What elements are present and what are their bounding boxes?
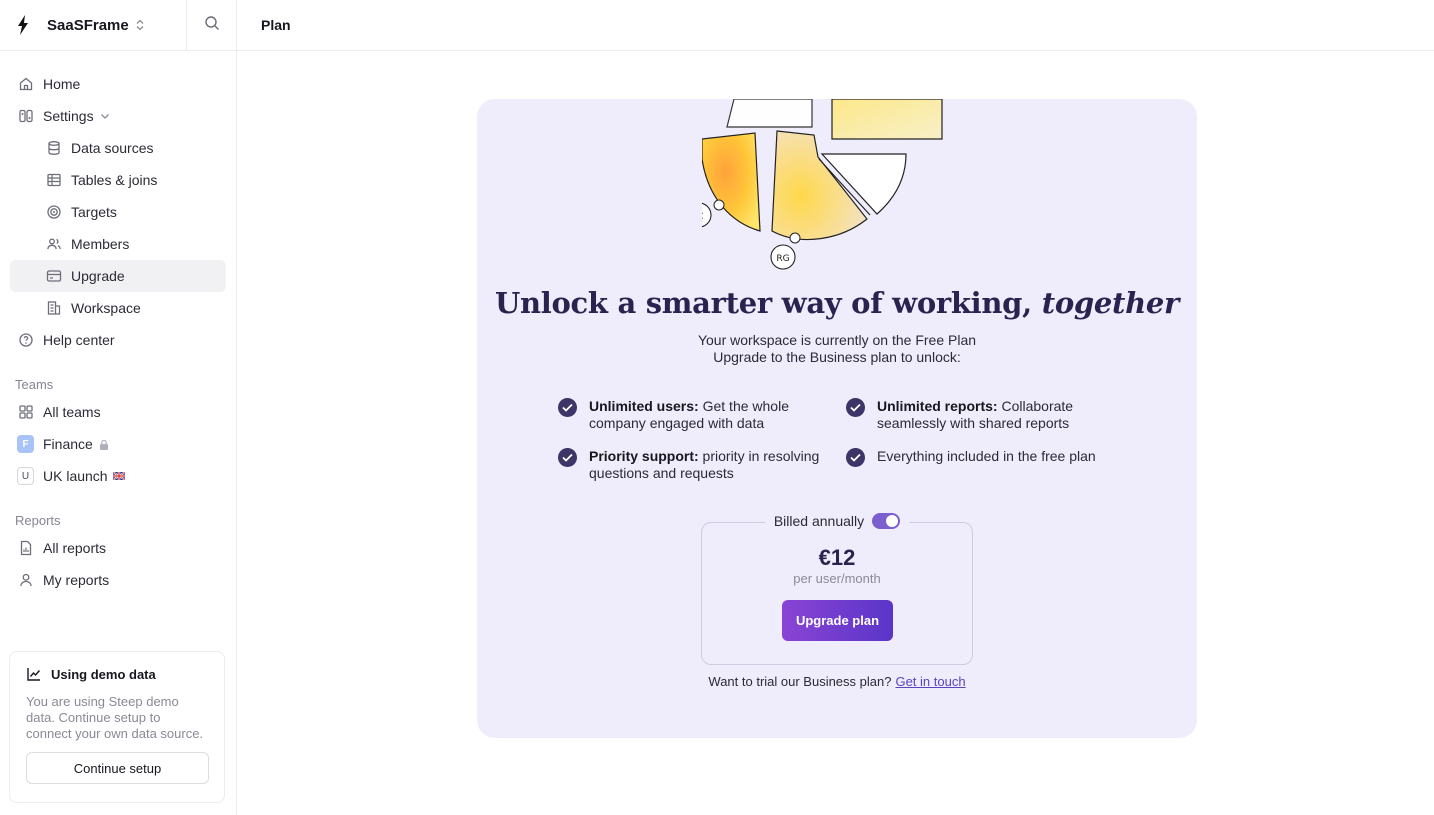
topbar: Plan <box>237 0 1434 51</box>
sidebar-item-label: Targets <box>71 204 117 220</box>
feature-item: Everything included in the free plan <box>846 448 1118 482</box>
sidebar-item-label: Members <box>71 236 130 252</box>
price-unit: per user/month <box>793 571 881 586</box>
sidebar-item-data-sources[interactable]: Data sources <box>0 132 236 164</box>
sidebar-item-label: My reports <box>43 572 110 588</box>
sidebar-item-all-teams[interactable]: All teams <box>0 396 236 428</box>
uk-flag-icon <box>112 472 125 480</box>
workspace-switcher[interactable]: SaaSFrame <box>0 0 187 50</box>
billing-label: Billed annually <box>773 513 865 529</box>
search-button[interactable] <box>187 0 236 50</box>
avatar-initials: JC <box>702 212 703 222</box>
get-in-touch-link[interactable]: Get in touch <box>895 674 965 689</box>
sidebar-item-label: Workspace <box>71 300 141 316</box>
sidebar-item-settings[interactable]: Settings <box>0 100 236 132</box>
check-circle-icon <box>558 448 577 467</box>
billing-toggle-row: Billed annually <box>764 513 910 529</box>
lock-icon <box>99 439 109 450</box>
page-title: Plan <box>261 17 291 33</box>
sidebar-item-label: All reports <box>43 540 107 556</box>
price-value: €12 <box>818 545 856 570</box>
pricing-box: Billed annually €12 per user/month Upgra… <box>701 513 973 665</box>
upgrade-plan-button[interactable]: Upgrade plan <box>782 600 893 641</box>
main-content: Plan JC RG <box>237 0 1434 815</box>
sidebar-item-team-uk-launch[interactable]: U UK launch <box>0 460 236 492</box>
users-icon <box>45 236 62 253</box>
plan-subtitle: Your workspace is currently on the Free … <box>697 332 977 365</box>
sidebar-item-label: UK launch <box>43 468 108 484</box>
feature-item: Priority support: priority in resolving … <box>558 448 846 482</box>
chevron-updown-icon <box>135 19 145 31</box>
pie-chart-illustration: JC RG <box>702 99 943 270</box>
table-icon <box>45 172 62 189</box>
sidebar-item-my-reports[interactable]: My reports <box>0 564 236 596</box>
demo-data-text: You are using Steep demo data. Continue … <box>26 694 204 741</box>
reports-icon <box>17 540 34 557</box>
database-icon <box>45 140 62 157</box>
sidebar-item-label: Home <box>43 76 81 92</box>
sidebar-item-label: Finance <box>43 436 93 452</box>
billed-annually-toggle[interactable] <box>872 513 901 529</box>
teams-section-label: Teams <box>15 377 54 392</box>
feature-item: Unlimited reports: Collaborate seamlessl… <box>846 398 1118 432</box>
plan-headline: Unlock a smarter way of working, togethe… <box>494 286 1180 320</box>
sidebar-item-workspace[interactable]: Workspace <box>0 292 236 324</box>
check-circle-icon <box>846 398 865 417</box>
home-icon <box>17 76 34 93</box>
sidebar-item-label: Tables & joins <box>71 172 158 188</box>
check-circle-icon <box>558 398 577 417</box>
trial-prompt: Want to trial our Business plan? Get in t… <box>708 674 966 689</box>
sidebar-item-label: Settings <box>43 108 94 124</box>
sidebar: SaaSFrame Home Settings Data sources Tab… <box>0 0 237 815</box>
continue-setup-button[interactable]: Continue setup <box>26 752 209 784</box>
demo-data-title: Using demo data <box>26 666 208 682</box>
sidebar-item-label: Upgrade <box>71 268 125 284</box>
team-avatar: F <box>17 435 34 453</box>
sidebar-item-team-finance[interactable]: F Finance <box>0 428 236 460</box>
user-icon <box>17 572 34 589</box>
feature-list: Unlimited users: Get the whole company e… <box>558 398 1118 482</box>
settings-icon <box>17 108 34 125</box>
building-icon <box>45 300 62 317</box>
grid-icon <box>17 404 34 421</box>
sidebar-item-help-center[interactable]: Help center <box>0 324 236 356</box>
feature-item: Unlimited users: Get the whole company e… <box>558 398 846 432</box>
sidebar-item-targets[interactable]: Targets <box>0 196 236 228</box>
workspace-header: SaaSFrame <box>0 0 236 51</box>
demo-data-card: Using demo data You are using Steep demo… <box>9 651 225 803</box>
reports-section-label: Reports <box>15 513 61 528</box>
line-chart-icon <box>26 666 42 682</box>
team-avatar: U <box>17 467 34 485</box>
chevron-down-icon <box>100 111 110 121</box>
sidebar-item-upgrade[interactable]: Upgrade <box>10 260 226 292</box>
credit-card-icon <box>45 268 62 285</box>
target-icon <box>45 204 62 221</box>
help-icon <box>17 332 34 349</box>
upgrade-plan-card: JC RG Unlock a smarter way of working, t… <box>477 99 1197 738</box>
avatar-initials: RG <box>776 254 789 264</box>
sidebar-item-home[interactable]: Home <box>0 68 236 100</box>
sidebar-item-label: Help center <box>43 332 115 348</box>
sidebar-item-all-reports[interactable]: All reports <box>0 532 236 564</box>
workspace-logo-icon <box>10 12 36 38</box>
sidebar-nav: Home Settings Data sources Tables & join… <box>0 51 236 596</box>
check-circle-icon <box>846 448 865 467</box>
sidebar-item-label: All teams <box>43 404 101 420</box>
sidebar-item-label: Data sources <box>71 140 154 156</box>
workspace-name: SaaSFrame <box>47 16 129 34</box>
search-icon <box>204 15 220 36</box>
sidebar-item-members[interactable]: Members <box>0 228 236 260</box>
sidebar-item-tables-joins[interactable]: Tables & joins <box>0 164 236 196</box>
